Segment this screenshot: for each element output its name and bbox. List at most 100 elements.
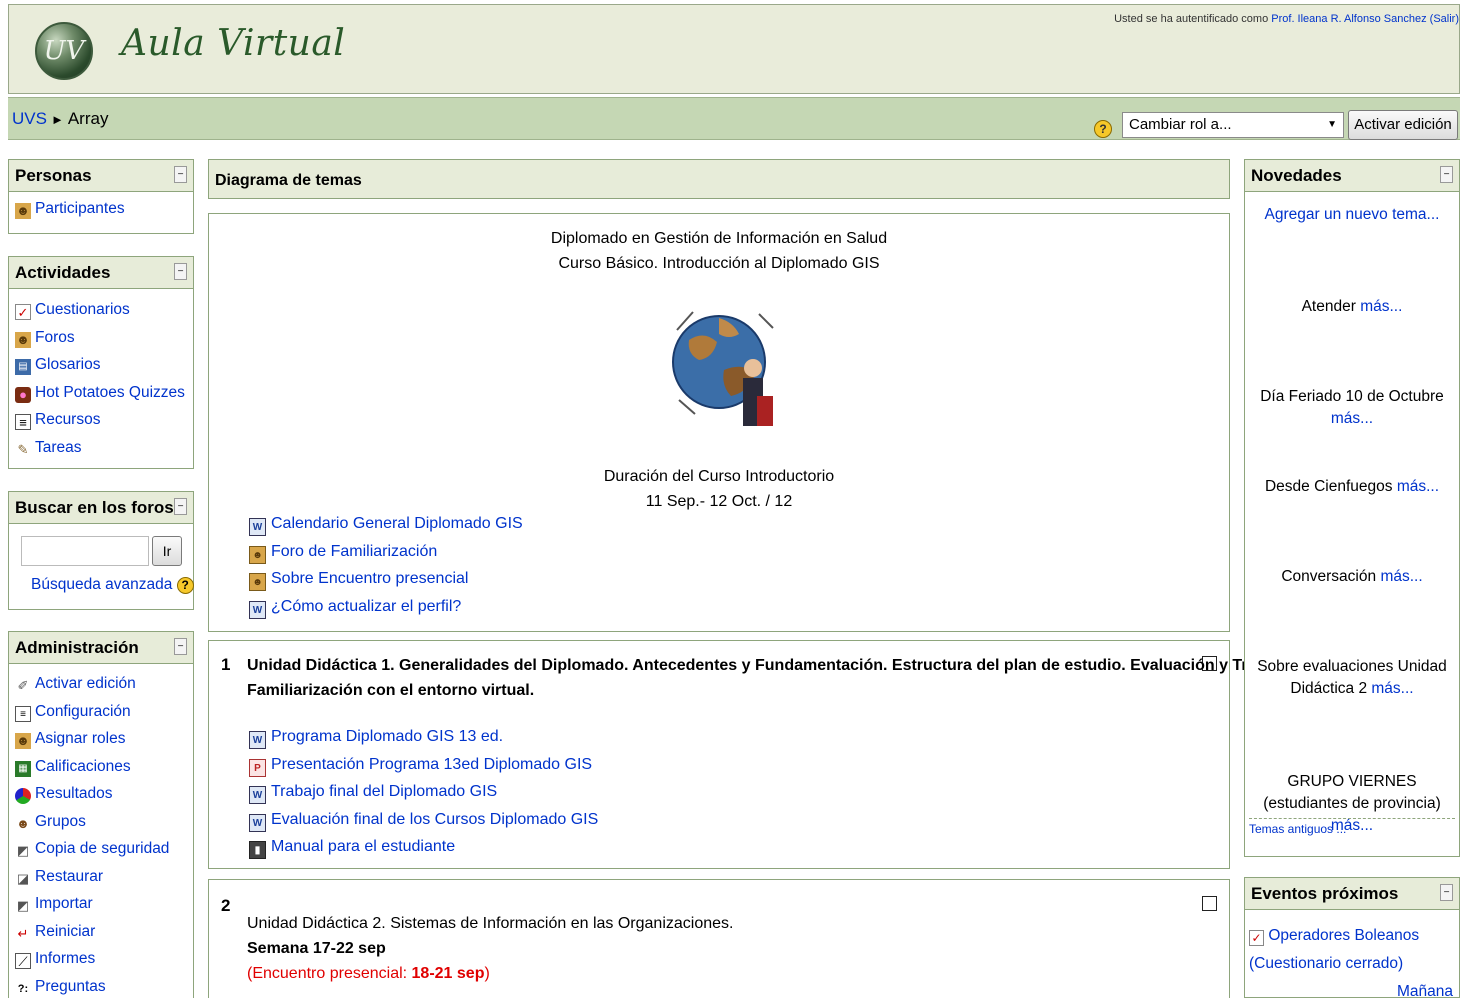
admin-item-outcomes[interactable]: Resultados [15,785,187,813]
highlight-checkbox[interactable] [1202,896,1217,911]
upcoming-events-block-header: Eventos próximos − [1245,878,1459,910]
forum-icon: ☻ [15,331,31,348]
dropdown-arrow-icon: ▼ [1327,119,1337,130]
help-icon[interactable]: ? [176,577,194,594]
collapse-icon[interactable]: − [174,638,187,655]
resource-item[interactable]: P Presentación Programa 13ed Diplomado GI… [249,756,598,784]
resource-item[interactable]: W Calendario General Diplomado GIS [249,515,523,543]
questions-icon: ?: [17,982,29,995]
logout-link[interactable]: (Salir) [1430,13,1459,25]
breadcrumb-current: Array [67,109,109,128]
administration-block: Administración − ✐ Activar edición ≡ Confi… [8,631,194,998]
resource-item[interactable]: ▮ Manual para el estudiante [249,838,598,866]
news-item: Conversación más... [1281,568,1423,585]
advanced-search-link[interactable]: Búsqueda avanzada [31,576,172,593]
forum-search-block-header: Buscar en los foros − [9,492,193,524]
event-date-link[interactable]: Mañana [1397,983,1453,998]
course-title: Diplomado en Gestión de Información en S… [550,230,888,247]
user-profile-link[interactable]: Prof. Ileana R. Alfonso Sanchez [1271,13,1426,25]
course-duration-label: Duración del Curso Introductorio [603,468,835,485]
admin-item-groups[interactable]: ☻ Grupos [15,813,187,841]
edit-icon: ✐ [17,678,29,693]
breadcrumb: UVS ► Array [12,109,108,129]
sidebar-item-forums[interactable]: ☻ Foros [15,329,187,357]
login-info: Usted se ha autentificado como Prof. Ile… [1114,13,1459,25]
collapse-icon[interactable]: − [1440,884,1453,901]
section-number: 1 [221,655,231,674]
admin-item-turn-editing-on[interactable]: ✐ Activar edición [15,675,187,703]
collapse-icon[interactable]: − [174,498,187,515]
admin-item-restore[interactable]: ◪ Restaurar [15,868,187,896]
more-link[interactable]: más... [1360,298,1402,315]
resource-item[interactable]: W Trabajo final del Diplomado GIS [249,783,598,811]
collapse-icon[interactable]: − [174,263,187,280]
activities-block: Actividades − ✓ Cuestionarios ☻ Foros ▤ … [8,256,194,469]
hotpot-icon: ● [15,386,31,403]
forum-search-input[interactable] [21,536,149,566]
site-title: Aula Virtual [121,23,346,64]
forum-icon: ☻ [249,573,266,591]
course-intro-section: Diplomado en Gestión de Información en S… [208,213,1230,632]
help-icon[interactable]: ? [1094,120,1112,138]
resource-item[interactable]: W ¿Cómo actualizar el perfil? [249,598,523,626]
book-icon: ▮ [249,841,266,859]
settings-icon: ≡ [15,705,31,722]
admin-item-import[interactable]: ◩ Importar [15,895,187,923]
admin-item-questions[interactable]: ?: Preguntas [15,978,187,998]
sidebar-item-assignments[interactable]: ✎ Tareas [15,439,187,467]
news-block-header: Novedades − [1245,160,1459,192]
admin-item-grades[interactable]: ▦ Calificaciones [15,758,187,786]
admin-item-settings[interactable]: ≡ Configuración [15,703,187,731]
sidebar-item-glossaries[interactable]: ▤ Glosarios [15,356,187,384]
resource-item[interactable]: W Evaluación final de los Cursos Diplomad… [249,811,598,839]
sidebar-item-participants[interactable]: ☻ Participantes [15,200,187,228]
add-new-topic-link[interactable]: Agregar un nuevo tema... [1265,206,1440,223]
people-block: Personas − ☻ Participantes [8,159,194,234]
forum-search-go-button[interactable]: Ir [152,536,182,566]
people-block-header: Personas − [9,160,193,192]
admin-item-reports[interactable]: ⟋ Informes [15,950,187,978]
page-header: UV Aula Virtual Usted se ha autentificad… [8,4,1460,94]
section-title: Unidad Didáctica 2. Sistemas de Informac… [247,915,734,932]
collapse-icon[interactable]: − [1440,166,1453,183]
collapse-icon[interactable]: − [174,166,187,183]
reports-icon: ⟋ [15,953,31,969]
admin-item-reset[interactable]: ↵ Reiniciar [15,923,187,951]
sidebar-item-hotpot[interactable]: ● Hot Potatoes Quizzes [15,384,187,412]
sidebar-item-quizzes[interactable]: ✓ Cuestionarios [15,301,187,329]
section-title: Unidad Didáctica 1. Generalidades del Di… [247,657,1336,674]
reset-icon: ↵ [17,925,29,941]
older-topics-link[interactable]: Temas antiguos ... [1249,822,1346,836]
sidebar-item-resources[interactable]: ≡ Recursos [15,411,187,439]
resource-item[interactable]: ☻ Foro de Familiarización [249,543,523,571]
administration-block-header: Administración − [9,632,193,664]
outcomes-icon [15,788,31,804]
turn-editing-on-button[interactable]: Activar edición [1348,110,1458,140]
switch-role-select[interactable]: Cambiar rol a... ▼ [1122,112,1344,138]
people-icon: ☻ [15,203,31,219]
more-link[interactable]: más... [1371,680,1413,697]
course-duration-dates: 11 Sep.- 12 Oct. / 12 [645,493,793,510]
news-item: Sobre evaluaciones Unidad Didáctica 2 má… [1257,658,1447,697]
topic-section-1: 1 Unidad Didáctica 1. Generalidades del … [208,640,1336,869]
course-globe-image [669,300,781,428]
backup-icon: ◩ [16,843,30,858]
section-week: Semana 17-22 sep [247,940,386,957]
roles-icon: ☻ [15,733,31,749]
more-link[interactable]: más... [1397,478,1439,495]
resource-item[interactable]: W Programa Diplomado GIS 13 ed. [249,728,598,756]
admin-item-backup[interactable]: ◩ Copia de seguridad [15,840,187,868]
section-encounter: (Encuentro presencial: 18-21 sep) [247,965,490,982]
more-link[interactable]: más... [1380,568,1422,585]
site-logo: UV [35,22,93,80]
resource-item[interactable]: ☻ Sobre Encuentro presencial [249,570,523,598]
word-document-icon: W [249,786,266,804]
pdf-document-icon: P [249,758,266,777]
breadcrumb-home-link[interactable]: UVS [12,109,47,128]
upcoming-events-block: Eventos próximos − ✓ Operadores Boleanos… [1244,877,1460,998]
breadcrumb-arrow-icon: ► [50,112,64,127]
event-status[interactable]: (Cuestionario cerrado) [1249,955,1403,972]
event-link[interactable]: Operadores Boleanos [1268,927,1419,944]
more-link[interactable]: más... [1331,410,1373,427]
admin-item-assign-roles[interactable]: ☻ Asignar roles [15,730,187,758]
